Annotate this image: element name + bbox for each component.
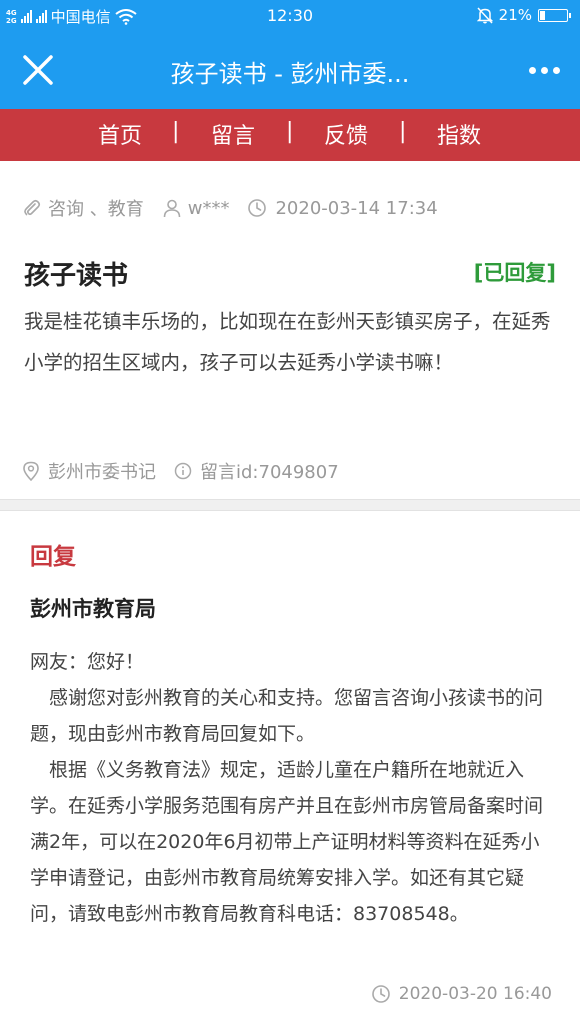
battery-percent: 21% [498, 6, 532, 24]
question-date: 2020-03-14 17:34 [275, 197, 438, 219]
more-dot-icon [552, 66, 560, 74]
more-dot-icon [528, 66, 536, 74]
nav-item-index[interactable]: 指数 [414, 118, 504, 150]
reply-paragraph: 网友：您好！ [30, 651, 145, 673]
nav-separator: | [399, 119, 407, 144]
nav-item-home[interactable]: 首页 [75, 118, 165, 150]
clock-icon [248, 199, 267, 217]
nav-separator: | [286, 119, 294, 144]
info-icon [174, 462, 192, 480]
mute-bell-icon [476, 6, 493, 24]
question-footer: 彭州市委书记 留言id:7049807 [22, 458, 339, 484]
reply-body: 网友：您好！ 感谢您对彭州教育的关心和支持。您留言咨询小孩读书的问题，现由彭州市… [30, 644, 558, 932]
battery-level [540, 10, 545, 20]
user-icon [163, 199, 181, 218]
status-bar: 4G 2G 中国电信 12:30 21% [0, 0, 580, 32]
question-body: 我是桂花镇丰乐场的，比如现在在彭州天彭镇买房子，在延秀小学的招生区域内，孩子可以… [24, 310, 551, 374]
question-recipient: 彭州市委书记 [48, 462, 156, 483]
question-meta: 咨询 、教育 w*** 2020-03-14 17:34 [22, 195, 438, 221]
question-user: w*** [187, 197, 230, 219]
close-button[interactable] [18, 50, 58, 90]
nav-item-feedback[interactable]: 反馈 [301, 118, 391, 150]
more-options-button[interactable] [520, 52, 568, 88]
location-pin-icon [23, 461, 39, 481]
reply-section: 回复 彭州市教育局 网友：您好！ 感谢您对彭州教育的关心和支持。您留言咨询小孩读… [0, 511, 580, 1031]
clock-icon [371, 985, 390, 1003]
reply-timestamp: 2020-03-20 16:40 [398, 984, 552, 1004]
title-bar: 孩子读书 - 彭州市委... [0, 40, 580, 100]
page-title: 孩子读书 - 彭州市委... [170, 60, 410, 88]
more-dot-icon [540, 66, 548, 74]
top-header: 4G 2G 中国电信 12:30 21% 孩子读书 - 彭州市委... [0, 0, 580, 109]
status-right: 21% [476, 6, 571, 24]
question-title: 孩子读书 [24, 261, 129, 291]
reply-heading: 回复 [30, 544, 76, 570]
reply-paragraph: 根据《义务教育法》规定，适龄儿童在户籍所在地就近入学。在延秀小学服务范围有房产并… [30, 759, 544, 925]
reply-paragraph: 感谢您对彭州教育的关心和支持。您留言咨询小孩读书的问题，现由彭州市教育局回复如下… [30, 687, 544, 745]
paperclip-icon [24, 199, 41, 216]
nav-separator: | [172, 119, 180, 144]
status-badge: [已回复] [473, 261, 556, 285]
battery-icon [538, 8, 571, 22]
main-nav: 首页 | 留言 | 反馈 | 指数 [0, 109, 580, 161]
question-category: 咨询 、教育 [48, 199, 144, 220]
reply-organization: 彭州市教育局 [30, 597, 156, 621]
section-divider [0, 499, 580, 511]
question-card: 咨询 、教育 w*** 2020-03-14 17:34 孩子读书 [已回复] … [0, 161, 580, 499]
close-icon [23, 55, 53, 85]
reply-time: 2020-03-20 16:40 [371, 984, 552, 1004]
nav-item-message[interactable]: 留言 [188, 118, 278, 150]
message-id: 留言id:7049807 [200, 462, 339, 483]
